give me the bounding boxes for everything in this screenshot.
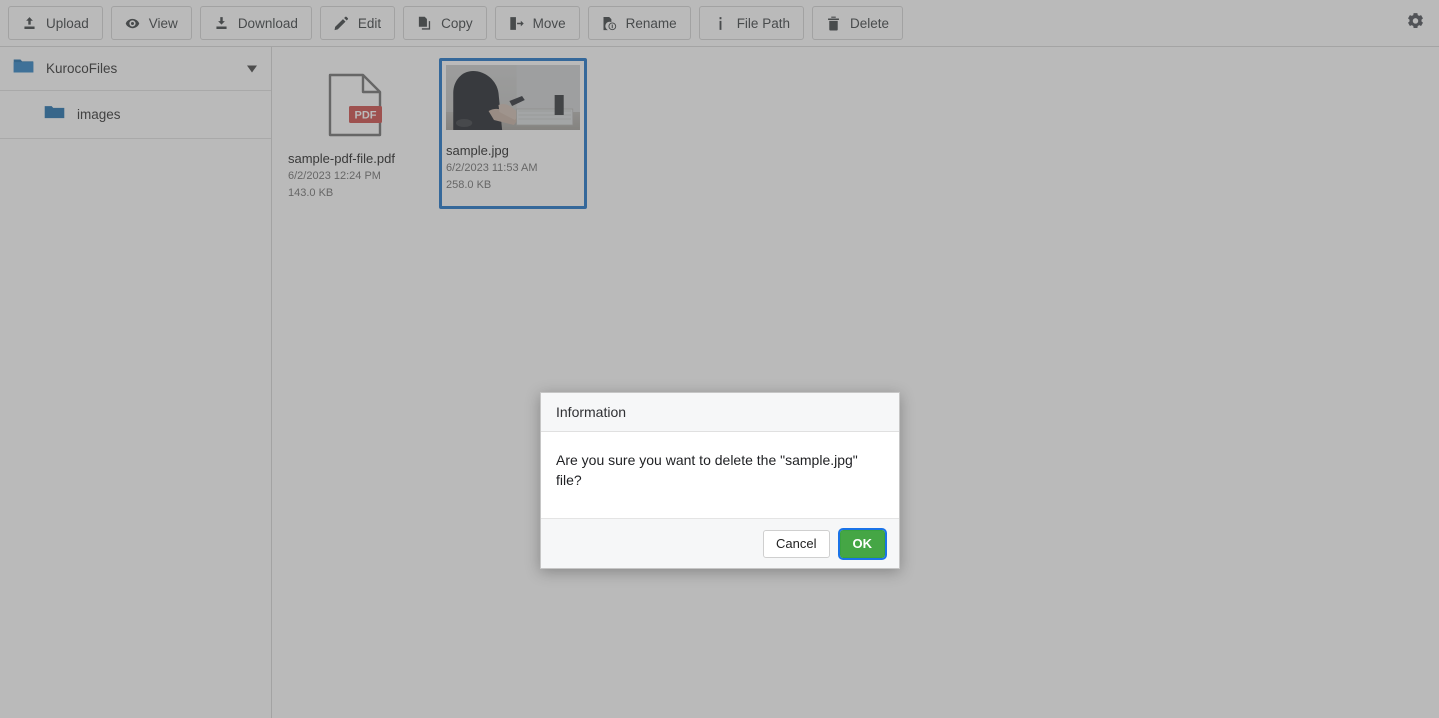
file-manager-app: Upload View Download Edit Copy Move Rena… [0, 0, 1439, 718]
dialog-title: Information [541, 393, 899, 432]
modal-overlay [0, 0, 1439, 718]
ok-button[interactable]: OK [837, 527, 887, 560]
dialog-message: Are you sure you want to delete the "sam… [556, 452, 858, 488]
confirm-dialog: Information Are you sure you want to del… [540, 392, 900, 569]
dialog-footer: Cancel OK [541, 518, 899, 568]
cancel-button[interactable]: Cancel [763, 529, 830, 558]
